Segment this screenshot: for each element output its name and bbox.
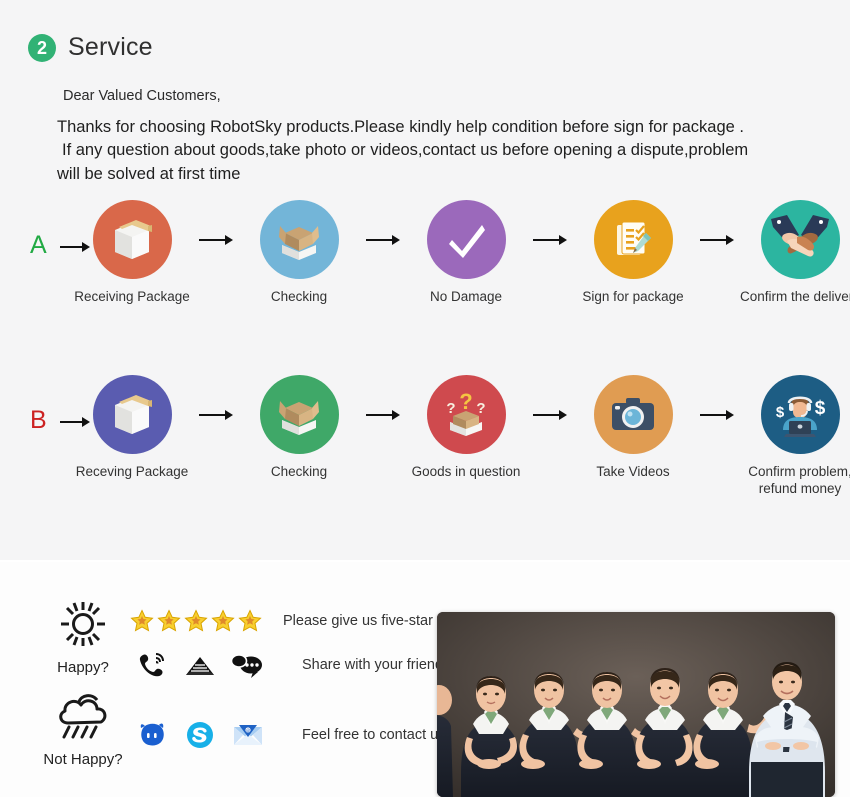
step-label: Checking <box>270 464 328 479</box>
star-icon <box>209 609 236 633</box>
arrow-icon <box>694 375 740 422</box>
step-checking-a[interactable]: Checking <box>253 200 345 306</box>
star-icon <box>155 609 182 633</box>
open-box-icon <box>259 375 339 454</box>
arrow-icon <box>694 200 740 247</box>
row-spacer <box>128 690 450 716</box>
step-label: Goods in question <box>411 464 521 479</box>
svg-text:$: $ <box>776 404 785 421</box>
step-label: Confirm problem, refund money <box>748 464 850 496</box>
step-checking-b[interactable]: Checking <box>253 375 345 481</box>
step-label: Checking <box>270 289 328 304</box>
question-box-icon: ? ? ? <box>426 375 506 454</box>
arrow-icon <box>527 375 573 422</box>
sealed-box-icon <box>92 375 172 454</box>
svg-text:?: ? <box>459 389 472 414</box>
service-page: 2 Service Dear Valued Customers, Thanks … <box>0 0 850 797</box>
step-label: Take Videos <box>596 464 670 479</box>
contact-row: @ Feel free to contact us <box>128 716 450 754</box>
arrow-icon <box>360 200 406 247</box>
open-box-icon <box>259 200 339 279</box>
paragraph-line-1: Thanks for choosing RobotSky products.Pl… <box>57 118 744 136</box>
flow-row-b: B Receving Package Checking ? ? ? Goods … <box>0 375 850 505</box>
flow-row-a: A Receiving Package Checking No Damage S… <box>0 200 850 330</box>
svg-text:$: $ <box>815 398 826 419</box>
rating-row: Please give us five-star <box>128 602 450 640</box>
phone-ring-icon[interactable] <box>128 650 176 680</box>
arrow-icon <box>193 200 239 247</box>
mood-not-happy-block: Not Happy? <box>28 690 138 768</box>
svg-text:@: @ <box>246 728 251 733</box>
signed-document-icon <box>593 200 673 279</box>
service-paragraph: Thanks for choosing RobotSky products.Pl… <box>57 116 847 186</box>
envelope-icon[interactable] <box>176 651 224 679</box>
step-label: Confirm the delivery <box>739 289 850 304</box>
mood-not-happy-label: Not Happy? <box>43 751 123 768</box>
greeting-text: Dear Valued Customers, <box>63 88 221 104</box>
rain-cloud-icon <box>52 690 114 749</box>
skype-icon[interactable] <box>176 720 224 750</box>
flow-row-b-letter: B <box>30 406 47 434</box>
paragraph-line-2: If any question about goods,take photo o… <box>62 141 749 160</box>
page-title: Service <box>68 33 153 61</box>
sealed-box-icon <box>92 200 172 279</box>
five-star-caption: Please give us five-star <box>283 613 433 629</box>
step-no-damage-a[interactable]: No Damage <box>420 200 512 306</box>
share-caption: Share with your friends <box>302 657 451 673</box>
step-label: No Damage <box>429 289 503 304</box>
star-icon <box>236 609 263 633</box>
email-icon[interactable]: @ <box>224 721 272 749</box>
flow-row-a-letter: A <box>30 231 47 259</box>
share-row: Share with your friends <box>128 646 450 684</box>
step-confirm-problem-b[interactable]: $ $ Confirm problem, refund money <box>748 375 850 498</box>
step-confirm-delivery-a[interactable]: Confirm the delivery <box>740 200 850 306</box>
camera-icon <box>593 375 673 454</box>
step-label: Receving Package <box>75 464 189 479</box>
mood-happy-label: Happy? <box>57 659 109 676</box>
arrow-icon <box>360 375 406 422</box>
arrow-icon <box>527 200 573 247</box>
service-section: 2 Service Dear Valued Customers, Thanks … <box>0 0 850 560</box>
section-number-badge: 2 <box>28 33 56 62</box>
service-header: 2 Service <box>28 33 153 62</box>
star-icon <box>128 609 155 633</box>
handshake-icon <box>760 200 840 279</box>
step-receiving-package-b[interactable]: Receving Package <box>76 375 188 481</box>
step-label: Receiving Package <box>74 289 190 304</box>
contact-caption: Feel free to contact us <box>302 727 446 743</box>
step-goods-in-question-b[interactable]: ? ? ? Goods in question <box>412 375 520 481</box>
chat-bubble-icon[interactable] <box>224 651 272 679</box>
aliwangwang-icon[interactable] <box>128 720 176 750</box>
customer-service-team-photo <box>437 612 835 797</box>
arrow-icon <box>193 375 239 422</box>
sun-icon <box>55 600 111 657</box>
contact-icon-rows: Please give us five-star Share with your… <box>128 602 450 760</box>
star-icon <box>182 609 209 633</box>
step-label: Sign for package <box>582 289 684 304</box>
svg-text:?: ? <box>446 400 455 417</box>
flow-b-steps: Receving Package Checking ? ? ? Goods in… <box>76 375 850 505</box>
support-agent-icon: $ $ <box>760 375 840 454</box>
step-take-videos-b[interactable]: Take Videos <box>587 375 679 481</box>
svg-text:?: ? <box>476 400 485 417</box>
mood-happy-block: Happy? <box>28 600 138 676</box>
flow-a-steps: Receiving Package Checking No Damage Sig… <box>74 200 850 330</box>
step-receiving-package-a[interactable]: Receiving Package <box>74 200 190 306</box>
checkmark-icon <box>426 200 506 279</box>
paragraph-line-3: will be solved at first time <box>57 164 241 183</box>
step-sign-for-package-a[interactable]: Sign for package <box>582 200 684 306</box>
